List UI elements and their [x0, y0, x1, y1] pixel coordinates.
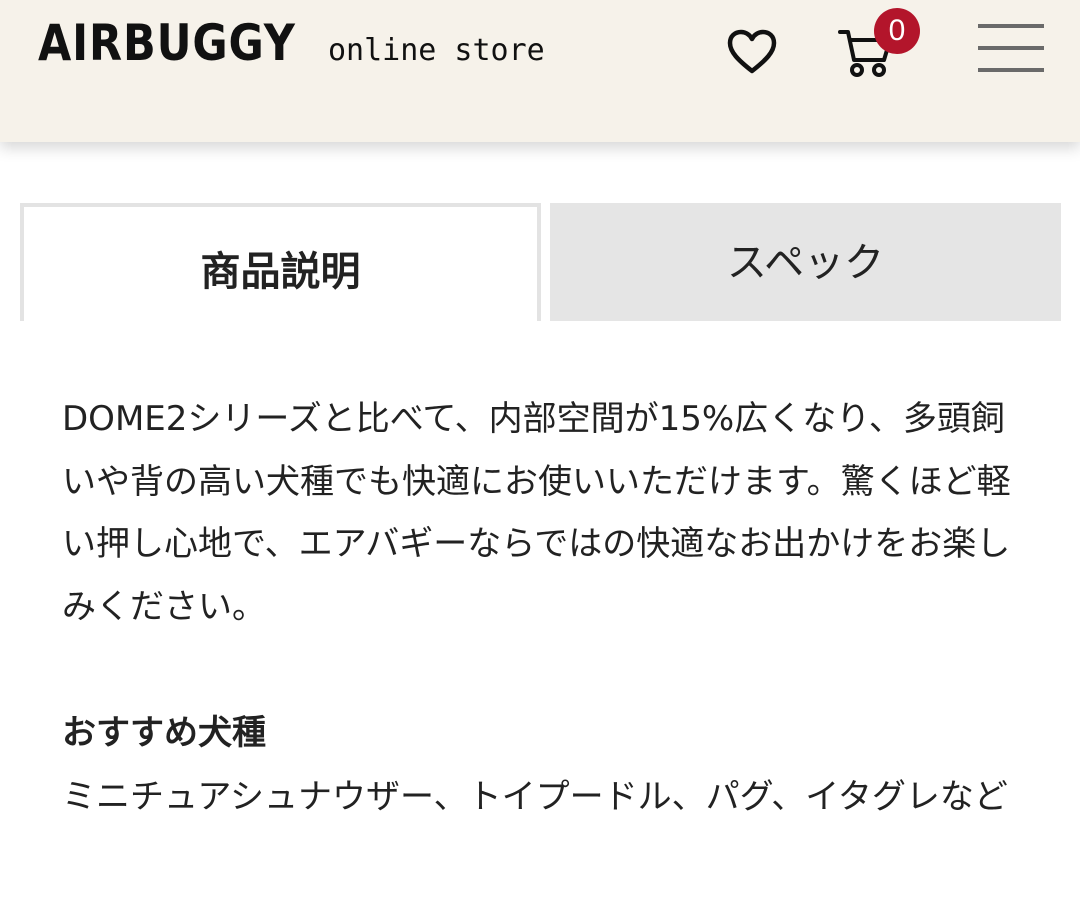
tab-product-description[interactable]: 商品説明 [20, 203, 541, 321]
hamburger-menu-icon[interactable] [978, 24, 1044, 72]
cart-count-badge: 0 [874, 8, 920, 54]
store-logo[interactable]: AIRBUGGY online store [38, 14, 545, 72]
logo-subtitle-text: online store [328, 33, 545, 68]
heart-icon[interactable] [726, 28, 778, 76]
menu-bar [978, 68, 1044, 72]
product-tabs: 商品説明 スペック [20, 203, 1061, 321]
logo-brand-text: AIRBUGGY [38, 14, 296, 72]
tab-specs[interactable]: スペック [550, 203, 1061, 321]
menu-bar [978, 24, 1044, 28]
product-description: DOME2シリーズと比べて、内部空間が15%広くなり、多頭飼いや背の高い犬種でも… [62, 388, 1022, 638]
site-header: AIRBUGGY online store 0 [0, 0, 1080, 142]
recommended-breeds-list: ミニチュアシュナウザー、トイプードル、パグ、イタグレなど [62, 777, 1008, 817]
description-paragraph: DOME2シリーズと比べて、内部空間が15%広くなり、多頭飼いや背の高い犬種でも… [62, 399, 1011, 627]
recommended-breeds-heading: おすすめ犬種 [62, 713, 266, 753]
menu-bar [978, 46, 1044, 50]
